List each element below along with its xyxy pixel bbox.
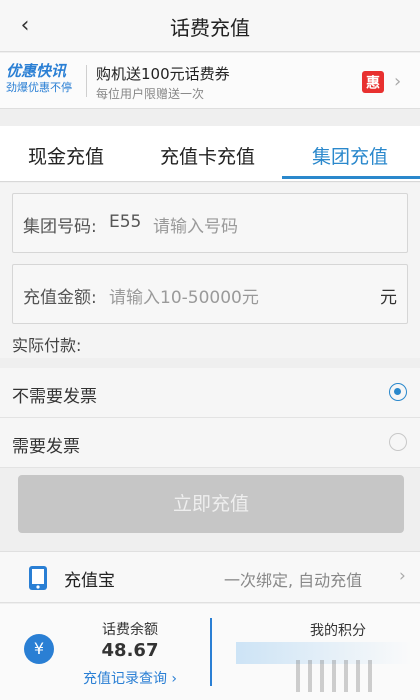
- loading-indicator: [296, 660, 376, 692]
- amount-placeholder: 请输入10-50000元: [109, 288, 259, 308]
- promo-subtitle: 每位用户限赠送一次: [96, 87, 205, 101]
- group-number-field[interactable]: 集团号码: E55 请输入号码: [12, 193, 408, 253]
- phone-icon: [29, 566, 47, 590]
- recharge-now-button[interactable]: 立即充值: [18, 475, 404, 533]
- tab-group-recharge[interactable]: 集团充值: [312, 142, 388, 169]
- group-number-prefix: E55: [109, 212, 142, 232]
- actual-payment-label: 实际付款:: [12, 336, 82, 355]
- group-number-placeholder: 请输入号码: [153, 217, 238, 237]
- points-label[interactable]: 我的积分: [310, 620, 366, 640]
- recharge-tabs: 现金充值 充值卡充值 集团充值: [0, 126, 420, 182]
- amount-field[interactable]: 充值金额: 请输入10-50000元 元: [12, 264, 408, 324]
- promo-logo: 优惠快讯 劲爆优惠不停: [6, 61, 78, 101]
- invoice-option-required[interactable]: 需要发票: [0, 418, 420, 468]
- header-bar: ‹ 话费充值: [0, 0, 420, 52]
- promo-divider: [86, 65, 87, 97]
- invoice-option-none[interactable]: 不需要发票: [0, 368, 420, 418]
- promo-banner[interactable]: 优惠快讯 劲爆优惠不停 购机送100元话费券 每位用户限赠送一次 ›: [0, 53, 420, 109]
- chevron-right-icon: ›: [399, 566, 406, 586]
- chevron-right-icon: ›: [394, 71, 402, 92]
- recharge-history-link[interactable]: 充值记录查询 ›: [60, 668, 200, 688]
- promo-title: 购机送100元话费券: [96, 65, 230, 83]
- discount-badge-text: 惠: [366, 75, 380, 92]
- discount-badge-icon: 惠: [362, 71, 384, 93]
- invoice-option-label: 需要发票: [12, 437, 80, 457]
- group-number-label: 集团号码:: [23, 217, 97, 237]
- amount-unit: 元: [380, 288, 397, 308]
- promo-logo-title: 优惠快讯: [6, 62, 67, 80]
- auto-recharge-title: 充值宝: [64, 571, 115, 591]
- account-summary: ¥ 话费余额 48.67 充值记录查询 › 我的积分: [0, 604, 420, 700]
- tab-cash-recharge[interactable]: 现金充值: [28, 142, 104, 169]
- auto-recharge-description: 一次绑定, 自动充值: [224, 571, 363, 590]
- yuan-icon: ¥: [24, 634, 54, 664]
- tab-card-recharge[interactable]: 充值卡充值: [160, 142, 255, 169]
- balance-label: 话费余额: [102, 622, 158, 638]
- summary-divider: [210, 618, 212, 686]
- invoice-option-label: 不需要发票: [12, 387, 97, 407]
- amount-label: 充值金额:: [23, 288, 97, 308]
- auto-recharge-row[interactable]: 充值宝 一次绑定, 自动充值 ›: [0, 551, 420, 603]
- balance-value: 48.67: [101, 640, 159, 661]
- promo-logo-subtitle: 劲爆优惠不停: [6, 81, 72, 94]
- radio-checked-icon[interactable]: [389, 383, 407, 401]
- radio-unchecked-icon[interactable]: [389, 433, 407, 451]
- page-title: 话费充值: [170, 16, 250, 40]
- active-tab-indicator: [282, 176, 420, 179]
